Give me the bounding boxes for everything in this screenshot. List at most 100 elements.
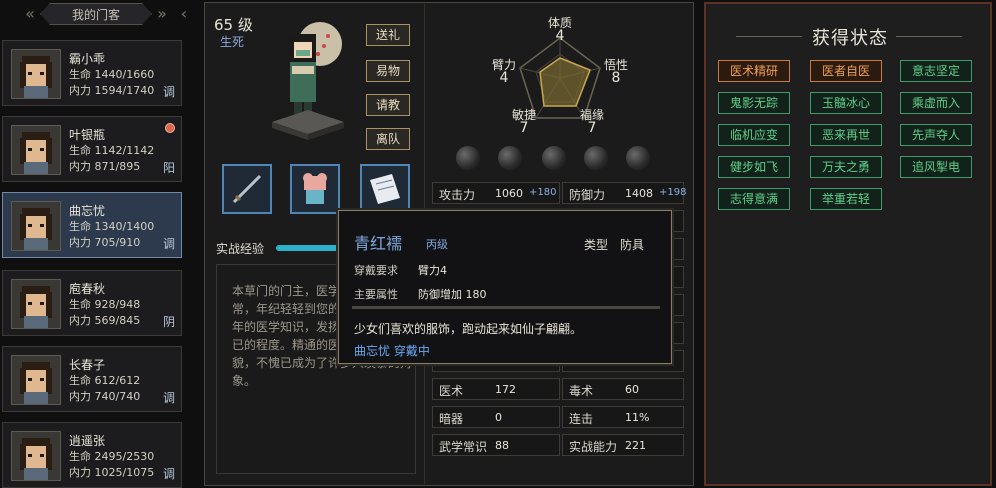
tooltip-separator xyxy=(352,306,660,309)
tooltip-wearer: 曲忘忧 穿戴中 xyxy=(354,344,430,358)
guest-mp: 内力 740/740 xyxy=(69,390,141,403)
title-ornament-left xyxy=(736,36,802,37)
skill-orb-4[interactable] xyxy=(584,146,608,170)
guest-tag: 阴 xyxy=(162,315,175,329)
guest-card[interactable]: 叶银瓶生命 1142/1142 内力 871/895 阳 xyxy=(2,116,182,182)
status-badge[interactable]: 志得意满 xyxy=(718,188,790,210)
tooltip-description: 少女们喜欢的服饰，跑动起来如仙子翩翩。 xyxy=(354,322,583,336)
guest-card[interactable]: 庖春秋生命 928/948 内力 569/845 阴 xyxy=(2,270,182,336)
guest-hp: 生命 928/948 xyxy=(69,298,141,311)
radar-val-bottom-right: 7 xyxy=(587,120,597,136)
stat-label: 攻击力 xyxy=(439,188,476,202)
action-button[interactable]: 送礼 xyxy=(366,24,410,46)
guest-tag: 调 xyxy=(162,391,175,405)
status-badge[interactable]: 意志坚定 xyxy=(900,60,972,82)
next-page-icon[interactable]: » xyxy=(154,3,170,25)
action-button[interactable]: 易物 xyxy=(366,60,410,82)
notification-dot-icon xyxy=(165,123,175,133)
guest-mp: 内力 1025/1075 xyxy=(69,466,155,479)
stat-bonus: +198 xyxy=(659,187,687,198)
guest-name: 叶银瓶 xyxy=(69,128,106,142)
book-icon xyxy=(370,174,400,204)
guest-tag: 调 xyxy=(162,467,175,481)
tooltip-req-label: 穿戴要求 xyxy=(354,264,398,277)
status-title: 获得状态 xyxy=(812,28,888,49)
stat-label: 防御力 xyxy=(569,188,606,202)
stat-label: 毒术 xyxy=(569,384,594,398)
status-badge[interactable]: 医者自医 xyxy=(810,60,882,82)
guest-mp: 内力 705/910 xyxy=(69,236,141,249)
status-badge[interactable]: 乘虚而入 xyxy=(900,92,972,114)
tooltip-type-value: 防具 xyxy=(620,238,645,252)
guest-hp: 生命 1440/1660 xyxy=(69,68,155,81)
skill-orb-1[interactable] xyxy=(456,146,480,170)
stat-value: 60 xyxy=(625,383,639,396)
guest-avatar xyxy=(11,49,61,99)
guest-mp: 内力 1594/1740 xyxy=(69,84,155,97)
guest-list-header: « 我的门客 » ‹ xyxy=(0,0,196,28)
character-level: 65 级 xyxy=(214,16,253,34)
skill-orb-3[interactable] xyxy=(542,146,566,170)
guest-card[interactable]: 曲忘忧 生命 1340/1400 内力 705/910 调 xyxy=(2,192,182,258)
robe-icon xyxy=(303,173,327,204)
guest-avatar xyxy=(11,125,61,175)
radar-val-top: 4 xyxy=(555,28,565,44)
status-badge[interactable]: 举重若轻 xyxy=(810,188,882,210)
armor-slot[interactable] xyxy=(290,164,340,214)
sword-icon xyxy=(232,174,262,204)
guest-avatar xyxy=(11,431,61,481)
guest-tab-label: 我的门客 xyxy=(71,8,120,22)
status-badge[interactable]: 万夫之勇 xyxy=(810,156,882,178)
stat-value: 0 xyxy=(495,411,502,424)
status-badge[interactable]: 追风掣电 xyxy=(900,156,972,178)
guest-card[interactable]: 逍遥张 生命 2495/2530 内力 1025/1075 调 xyxy=(2,422,182,488)
character-realm: 生死 xyxy=(220,35,245,49)
status-badge[interactable]: 健步如飞 xyxy=(718,156,790,178)
stat-cell: 武学常识 88 xyxy=(432,434,560,456)
status-badge[interactable]: 玉髓冰心 xyxy=(810,92,882,114)
stat-label: 暗器 xyxy=(439,412,464,426)
prev-page-icon[interactable]: « xyxy=(22,3,38,25)
action-button[interactable]: 请教 xyxy=(366,94,410,116)
guest-name: 曲忘忧 xyxy=(69,204,106,218)
guest-card[interactable]: 长春子 生命 612/612 内力 740/740 调 xyxy=(2,346,182,412)
skill-orb-2[interactable] xyxy=(498,146,522,170)
guest-mp: 内力 569/845 xyxy=(69,314,141,327)
stat-cell: 连击 11% xyxy=(562,406,684,428)
skill-orb-5[interactable] xyxy=(626,146,650,170)
stat-value: 88 xyxy=(495,439,509,452)
stat-value: 1060 xyxy=(495,187,523,200)
book-slot[interactable] xyxy=(360,164,410,214)
status-badge[interactable]: 鬼影无踪 xyxy=(718,92,790,114)
action-button[interactable]: 离队 xyxy=(366,128,410,150)
stat-cell: 实战能力 221 xyxy=(562,434,684,456)
status-badge[interactable]: 临机应变 xyxy=(718,124,790,146)
guest-name: 庖春秋 xyxy=(69,282,106,296)
tooltip-req-value: 臂力4 xyxy=(418,264,447,277)
stat-label: 武学常识 xyxy=(439,440,488,454)
guest-tag: 阳 xyxy=(162,161,175,175)
radar-val-left: 4 xyxy=(499,70,509,86)
guest-hp: 生命 1340/1400 xyxy=(69,220,155,233)
guest-hp: 生命 1142/1142 xyxy=(69,144,155,157)
stat-value: 11% xyxy=(625,411,650,424)
guest-mp: 内力 871/895 xyxy=(69,160,141,173)
guest-avatar xyxy=(11,355,61,405)
status-badge[interactable]: 先声夺人 xyxy=(900,124,972,146)
tooltip-attr-value: 防御增加 180 xyxy=(418,288,487,301)
stat-attack: 攻击力 1060 +180 xyxy=(432,182,560,204)
stat-value: 221 xyxy=(625,439,646,452)
exp-label: 实战经验 xyxy=(216,242,265,256)
status-badge[interactable]: 恶来再世 xyxy=(810,124,882,146)
status-badge[interactable]: 医术精研 xyxy=(718,60,790,82)
guest-card[interactable]: 霸小乖 生命 1440/1660 内力 1594/1740 调 xyxy=(2,40,182,106)
character-portrait xyxy=(262,14,354,142)
stat-bonus: +180 xyxy=(529,187,557,198)
weapon-slot[interactable] xyxy=(222,164,272,214)
stat-cell: 毒术 60 xyxy=(562,378,684,400)
collapse-icon[interactable]: ‹ xyxy=(176,3,192,25)
stat-defense: 防御力 1408 +198 xyxy=(562,182,687,204)
guest-hp: 生命 2495/2530 xyxy=(69,450,155,463)
title-ornament-right xyxy=(896,36,962,37)
guest-avatar xyxy=(11,279,61,329)
